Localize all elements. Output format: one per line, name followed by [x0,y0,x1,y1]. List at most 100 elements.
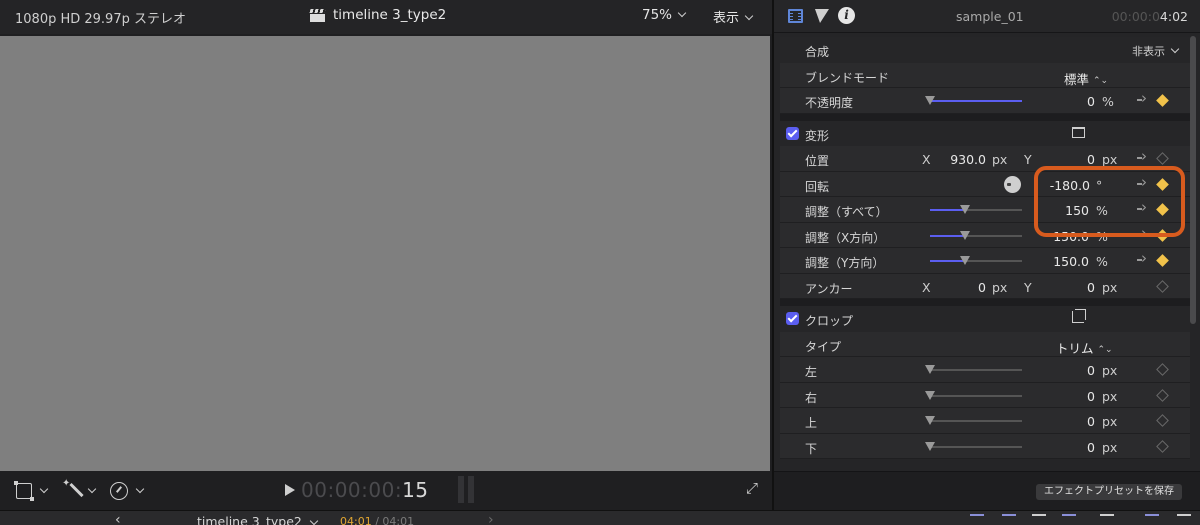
transform-checkbox[interactable] [786,126,799,140]
param-label: ブレンドモード [805,70,890,85]
scale-x-unit: % [1096,228,1108,244]
transform-onscreen-icon[interactable] [1072,126,1085,138]
snapping-icon[interactable] [1062,514,1076,525]
keyframe-diamond-icon[interactable] [1156,254,1169,267]
crop-type-dropdown[interactable]: トリム ⌃⌄ [1056,338,1113,357]
crop-type-row: タイプ トリム ⌃⌄ [780,331,1190,357]
viewer-canvas[interactable] [0,36,770,471]
inspector-rows: 合成 非表示 ブレンドモード 標準⌃⌄ 不透明度 0 % 変形 位置 X 930… [780,37,1190,459]
blend-mode-value: 標準 [1064,71,1090,87]
enhance-menu[interactable]: ✦ [62,478,97,501]
keyframe-diamond-icon[interactable] [1156,94,1169,107]
keyframe-diamond-icon[interactable] [1156,439,1169,453]
crop-onscreen-icon[interactable] [1072,309,1086,323]
retime-menu[interactable] [110,481,145,501]
crop-bottom-value[interactable]: 0 [1050,440,1095,455]
crop-top-unit: px [1102,414,1118,429]
zoom-value: 75% [642,7,673,23]
section-title: クロップ [805,314,854,328]
keyframe-nav-icon[interactable] [1137,224,1149,242]
keyframe-diamond-icon[interactable] [1156,388,1169,402]
keyframe-nav-icon[interactable] [1137,249,1149,267]
crop-left-value[interactable]: 0 [1050,363,1095,378]
keyframe-nav-icon[interactable] [1137,173,1149,191]
chevron-down-icon [744,11,754,21]
position-row: 位置 X 930.0 px Y 0 px [780,146,1190,172]
viewer-panel: 1080p HD 29.97p ステレオ timeline 3_type2 75… [0,0,772,510]
param-label: 左 [805,365,818,379]
solo-icon[interactable] [1032,514,1046,525]
crop-top-slider[interactable] [925,416,1022,425]
opacity-value[interactable]: 0 [1050,94,1095,109]
crop-bottom-slider[interactable] [925,441,1022,451]
crop-right-value[interactable]: 0 [1050,389,1095,404]
keyframe-diamond-icon[interactable] [1156,279,1169,293]
anchor-x-value[interactable]: 0 [940,280,986,295]
position-x-unit: px [992,152,1008,167]
x-label: X [922,279,931,295]
crop-checkbox[interactable] [786,312,799,325]
chevron-down-icon [135,484,145,494]
inspector-header: i sample_01 00:00:04:02 [774,0,1200,33]
clip-name: sample_01 [956,9,1024,24]
timecode-display: 00:00:00:15 [301,478,429,502]
crop-left-slider[interactable] [925,365,1022,374]
audio-skimming-icon[interactable] [1002,514,1016,525]
rotation-dial-icon[interactable] [1004,175,1021,193]
scale-all-value[interactable]: 150 [1044,203,1089,218]
play-icon[interactable] [285,484,295,496]
filmstrip-icon[interactable] [1100,514,1114,525]
crop-right-unit: px [1102,388,1118,404]
mixer-icon[interactable] [1177,514,1191,525]
timeline-index-icon[interactable] [1145,514,1159,525]
opacity-slider[interactable] [925,96,1022,105]
magic-wand-icon: ✦ [62,478,84,500]
keyframe-diamond-icon[interactable] [1156,203,1169,216]
filter-icon[interactable] [813,9,829,23]
keyframe-diamond-icon[interactable] [1156,414,1169,427]
inspector-scrollbar[interactable] [1190,36,1196,324]
clip-appearance-icon[interactable] [970,514,984,525]
crop-type-value: トリム [1056,340,1094,356]
blend-mode-dropdown[interactable]: 標準 ⌃⌄ [1064,69,1108,88]
keyframe-nav-icon[interactable] [1137,89,1149,107]
hide-toggle[interactable]: 非表示 [1132,43,1180,59]
keyframe-nav-icon[interactable] [1137,147,1149,165]
timeline-current-time: 04:01 [340,515,372,525]
crop-top-value[interactable]: 0 [1050,414,1095,429]
keyframe-diamond-icon[interactable] [1156,177,1169,191]
position-x-value[interactable]: 930.0 [940,152,986,167]
rotation-row: 回転 -180.0 ° [780,171,1190,197]
crop-right-slider[interactable] [925,390,1022,400]
transform-menu[interactable] [14,481,49,501]
audio-meter [458,476,474,503]
scale-y-slider[interactable] [930,256,1022,265]
scale-x-value[interactable]: 150.0 [1044,229,1089,244]
anchor-y-value[interactable]: 0 [1050,280,1095,295]
crop-top-row: 上 0 px [780,408,1190,434]
back-chevron-icon[interactable]: ‹ [115,512,121,525]
keyframe-diamond-icon[interactable] [1156,228,1169,242]
scale-all-slider[interactable] [930,205,1022,214]
info-icon[interactable]: i [838,7,855,24]
scale-y-value[interactable]: 150.0 [1044,254,1089,269]
timeline-name-menu[interactable]: timeline 3_type2 [197,514,319,525]
fullscreen-icon[interactable] [746,479,762,498]
save-effects-preset-button[interactable]: エフェクトプリセットを保存 [1036,484,1182,500]
param-label: タイプ [805,339,842,354]
keyframe-diamond-icon[interactable] [1156,363,1169,376]
crop-right-row: 右 0 px [780,382,1190,408]
rotation-value[interactable]: -180.0 [1030,178,1090,193]
zoom-menu[interactable]: 75% [642,7,687,23]
forward-chevron-icon[interactable]: › [488,512,494,525]
chevron-down-icon [87,484,97,494]
video-inspector-icon[interactable] [788,9,803,23]
crop-section: クロップ [780,306,1190,332]
view-menu[interactable]: 表示 [713,7,754,26]
scale-x-slider[interactable] [930,230,1022,240]
keyframe-diamond-icon[interactable] [1156,152,1169,165]
keyframe-nav-icon[interactable] [1137,198,1149,216]
y-label: Y [1024,152,1032,167]
position-y-value[interactable]: 0 [1050,152,1095,167]
clip-duration: 00:00:04:02 [1112,9,1188,24]
